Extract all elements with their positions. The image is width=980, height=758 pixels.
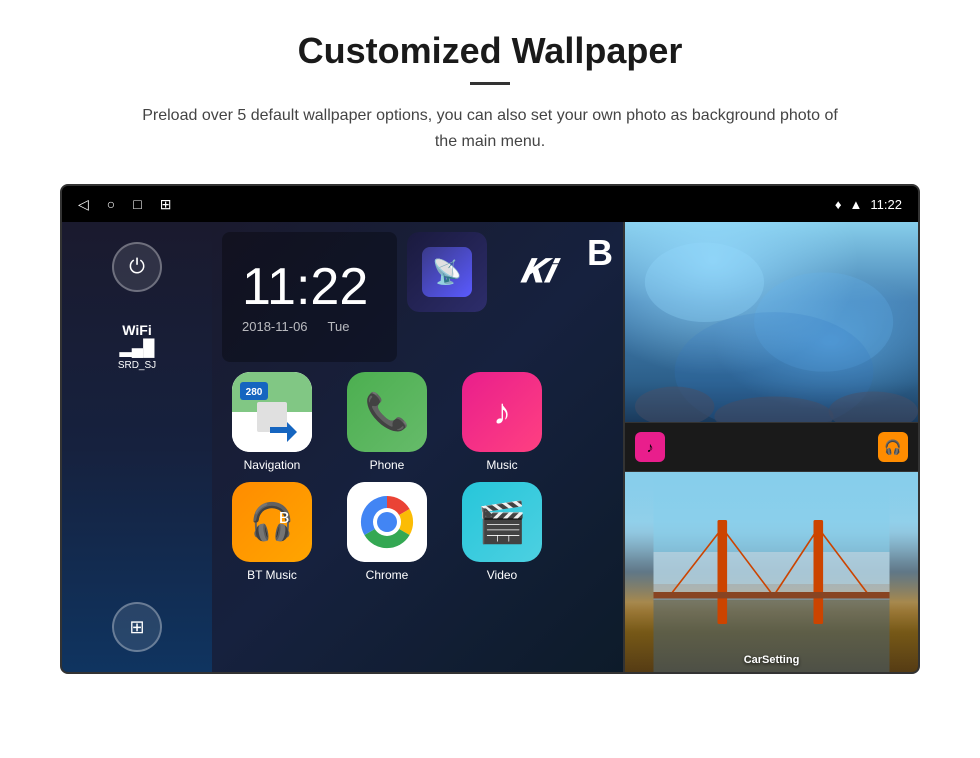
- chrome-label: Chrome: [366, 568, 409, 582]
- clock-time: 11:22: [242, 261, 377, 313]
- bt-music-app[interactable]: 🎧 ʙ BT Music: [222, 482, 322, 582]
- status-time: 11:22: [870, 197, 902, 212]
- wifi-ssid: SRD_SJ: [118, 360, 156, 371]
- clock-section: 11:22 2018-11-06 Tue: [222, 232, 397, 362]
- bridge-image: [625, 472, 918, 672]
- chrome-icon-svg: [347, 482, 427, 562]
- right-previews: ♪ 🎧: [623, 222, 918, 672]
- ice-cave-svg: [625, 222, 918, 422]
- clock-day: Tue: [328, 319, 350, 334]
- nav-icon-svg: 280: [232, 372, 312, 452]
- status-bar: ◁ ○ □ ⊞ ♦ ▲ 11:22: [62, 186, 918, 222]
- video-icon-box: 🎬: [462, 482, 542, 562]
- grid-icon: ⊞: [129, 617, 144, 638]
- mini-app-2: 🎧: [878, 432, 908, 462]
- title-divider: [470, 82, 510, 85]
- phone-icon-box: 📞: [347, 372, 427, 452]
- wifi-signal-icon: ▂▄█: [118, 338, 156, 358]
- mini-app-1: ♪: [635, 432, 665, 462]
- music-label: Music: [486, 458, 517, 472]
- video-app[interactable]: 🎬 Video: [452, 482, 552, 582]
- ice-cave-image: [625, 222, 918, 422]
- location-icon: ♦: [835, 197, 842, 212]
- svg-text:280: 280: [246, 387, 263, 398]
- music-icon: ♪: [493, 391, 511, 433]
- page-title: Customized Wallpaper: [298, 30, 683, 72]
- center-content: 11:22 2018-11-06 Tue 📡 𝑲𝒊: [212, 222, 623, 672]
- bluetooth-symbol: ʙ: [279, 506, 290, 529]
- navigation-app[interactable]: 280 Navigation: [222, 372, 322, 472]
- home-icon[interactable]: ○: [107, 196, 115, 212]
- bt-icon: 🎧 ʙ: [250, 501, 295, 543]
- chrome-icon-box: [347, 482, 427, 562]
- mini-bt-icon: 🎧: [878, 432, 908, 462]
- top-row: 11:22 2018-11-06 Tue 📡 𝑲𝒊: [222, 232, 613, 362]
- bt-music-label: BT Music: [247, 568, 297, 582]
- music-icon-box: ♪: [462, 372, 542, 452]
- wifi-info: WiFi ▂▄█ SRD_SJ: [118, 322, 156, 371]
- status-right: ♦ ▲ 11:22: [835, 197, 902, 212]
- wifi-app-icon: 📡: [422, 247, 472, 297]
- sidebar: ⏻ WiFi ▂▄█ SRD_SJ ⊞: [62, 222, 212, 672]
- screen-body: ⏻ WiFi ▂▄█ SRD_SJ ⊞ 11:22 2018-11-06: [62, 222, 918, 672]
- carsetting-label: CarSetting: [744, 654, 800, 666]
- wallpaper-preview-top[interactable]: [625, 222, 918, 422]
- top-app-wifi[interactable]: 📡: [407, 232, 487, 312]
- chrome-app[interactable]: Chrome: [337, 482, 437, 582]
- screenshot-icon[interactable]: ⊞: [160, 196, 172, 213]
- page-description: Preload over 5 default wallpaper options…: [140, 103, 840, 154]
- video-icon: 🎬: [477, 499, 527, 546]
- back-icon[interactable]: ◁: [78, 196, 89, 213]
- phone-app[interactable]: 📞 Phone: [337, 372, 437, 472]
- sidebar-top: ⏻ WiFi ▂▄█ SRD_SJ: [112, 242, 162, 371]
- music-app[interactable]: ♪ Music: [452, 372, 552, 472]
- wallpaper-preview-bottom[interactable]: CarSetting: [625, 472, 918, 672]
- mini-music-icon: ♪: [635, 432, 665, 462]
- all-apps-button[interactable]: ⊞: [112, 602, 162, 652]
- app-row-1: 280 Navigation 📞 Phone: [222, 372, 613, 472]
- wallpaper-middle-strip: ♪ 🎧: [625, 422, 918, 472]
- device-frame: ◁ ○ □ ⊞ ♦ ▲ 11:22 ⏻ WiFi ▂▄█ SRD_SJ: [60, 184, 920, 674]
- power-icon: ⏻: [129, 256, 145, 279]
- navigation-icon: 280: [232, 372, 312, 452]
- wifi-status-icon: ▲: [850, 197, 863, 212]
- clock-date-value: 2018-11-06: [242, 319, 308, 334]
- bt-music-icon-box: 🎧 ʙ: [232, 482, 312, 562]
- b-app-icon[interactable]: B: [587, 232, 613, 362]
- nav-icons: ◁ ○ □ ⊞: [78, 196, 171, 213]
- bridge-svg: [625, 472, 918, 672]
- app-row-2: 🎧 ʙ BT Music: [222, 482, 613, 582]
- wifi-label: WiFi: [118, 322, 156, 338]
- ki-app-icon[interactable]: 𝑲𝒊: [497, 232, 577, 312]
- navigation-label: Navigation: [244, 458, 301, 472]
- video-label: Video: [487, 568, 517, 582]
- recent-icon[interactable]: □: [133, 196, 141, 212]
- power-button[interactable]: ⏻: [112, 242, 162, 292]
- phone-label: Phone: [370, 458, 405, 472]
- phone-icon: 📞: [365, 391, 410, 433]
- clock-date: 2018-11-06 Tue: [242, 319, 377, 334]
